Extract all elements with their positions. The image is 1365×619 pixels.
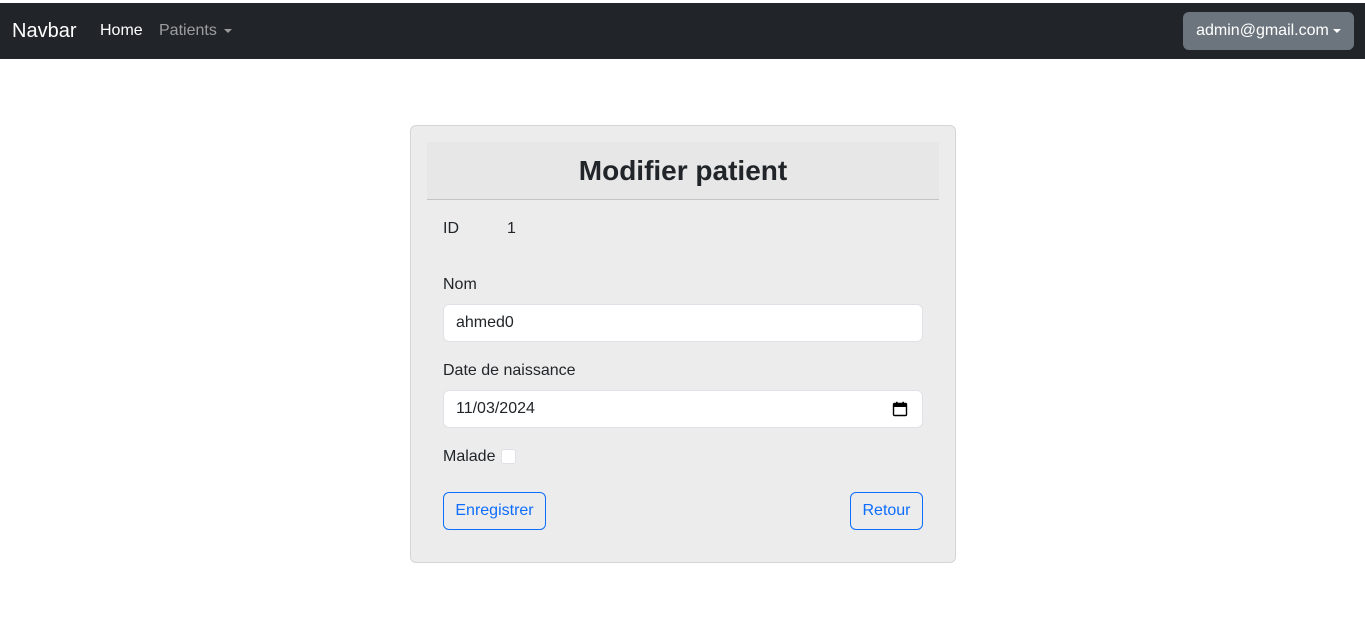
navbar: Navbar Home Patients admin@gmail.com [0,3,1365,59]
date-input-value: 11/03/2024 [456,400,535,417]
nav-dropdown-patients[interactable]: Patients [159,21,232,41]
malade-checkbox[interactable] [501,449,516,464]
date-of-birth-input[interactable]: 11/03/2024 [443,390,923,428]
nom-input[interactable]: ahmed0 [443,304,923,342]
id-value: 1 [507,220,516,237]
malade-label: Malade [443,448,496,465]
back-button[interactable]: Retour [850,492,923,530]
user-menu-button[interactable]: admin@gmail.com [1183,12,1354,50]
page-title: Modifier patient [578,154,788,186]
date-label: Date de naissance [443,362,576,379]
caret-down-icon [1332,29,1341,33]
navbar-brand[interactable]: Navbar [12,18,76,44]
nav-dropdown-patients-label: Patients [159,22,217,39]
user-menu-label: admin@gmail.com [1196,22,1329,39]
calendar-icon[interactable] [892,401,908,417]
id-label: ID [443,220,459,237]
nom-input-value: ahmed0 [456,314,514,331]
caret-down-icon [223,29,232,33]
nom-label: Nom [443,276,477,293]
save-button[interactable]: Enregistrer [443,492,546,530]
card-header: Modifier patient [427,142,939,200]
nav-link-home[interactable]: Home [100,21,143,41]
edit-patient-card: Modifier patient ID 1 Nom ahmed0 Date de… [410,125,956,563]
